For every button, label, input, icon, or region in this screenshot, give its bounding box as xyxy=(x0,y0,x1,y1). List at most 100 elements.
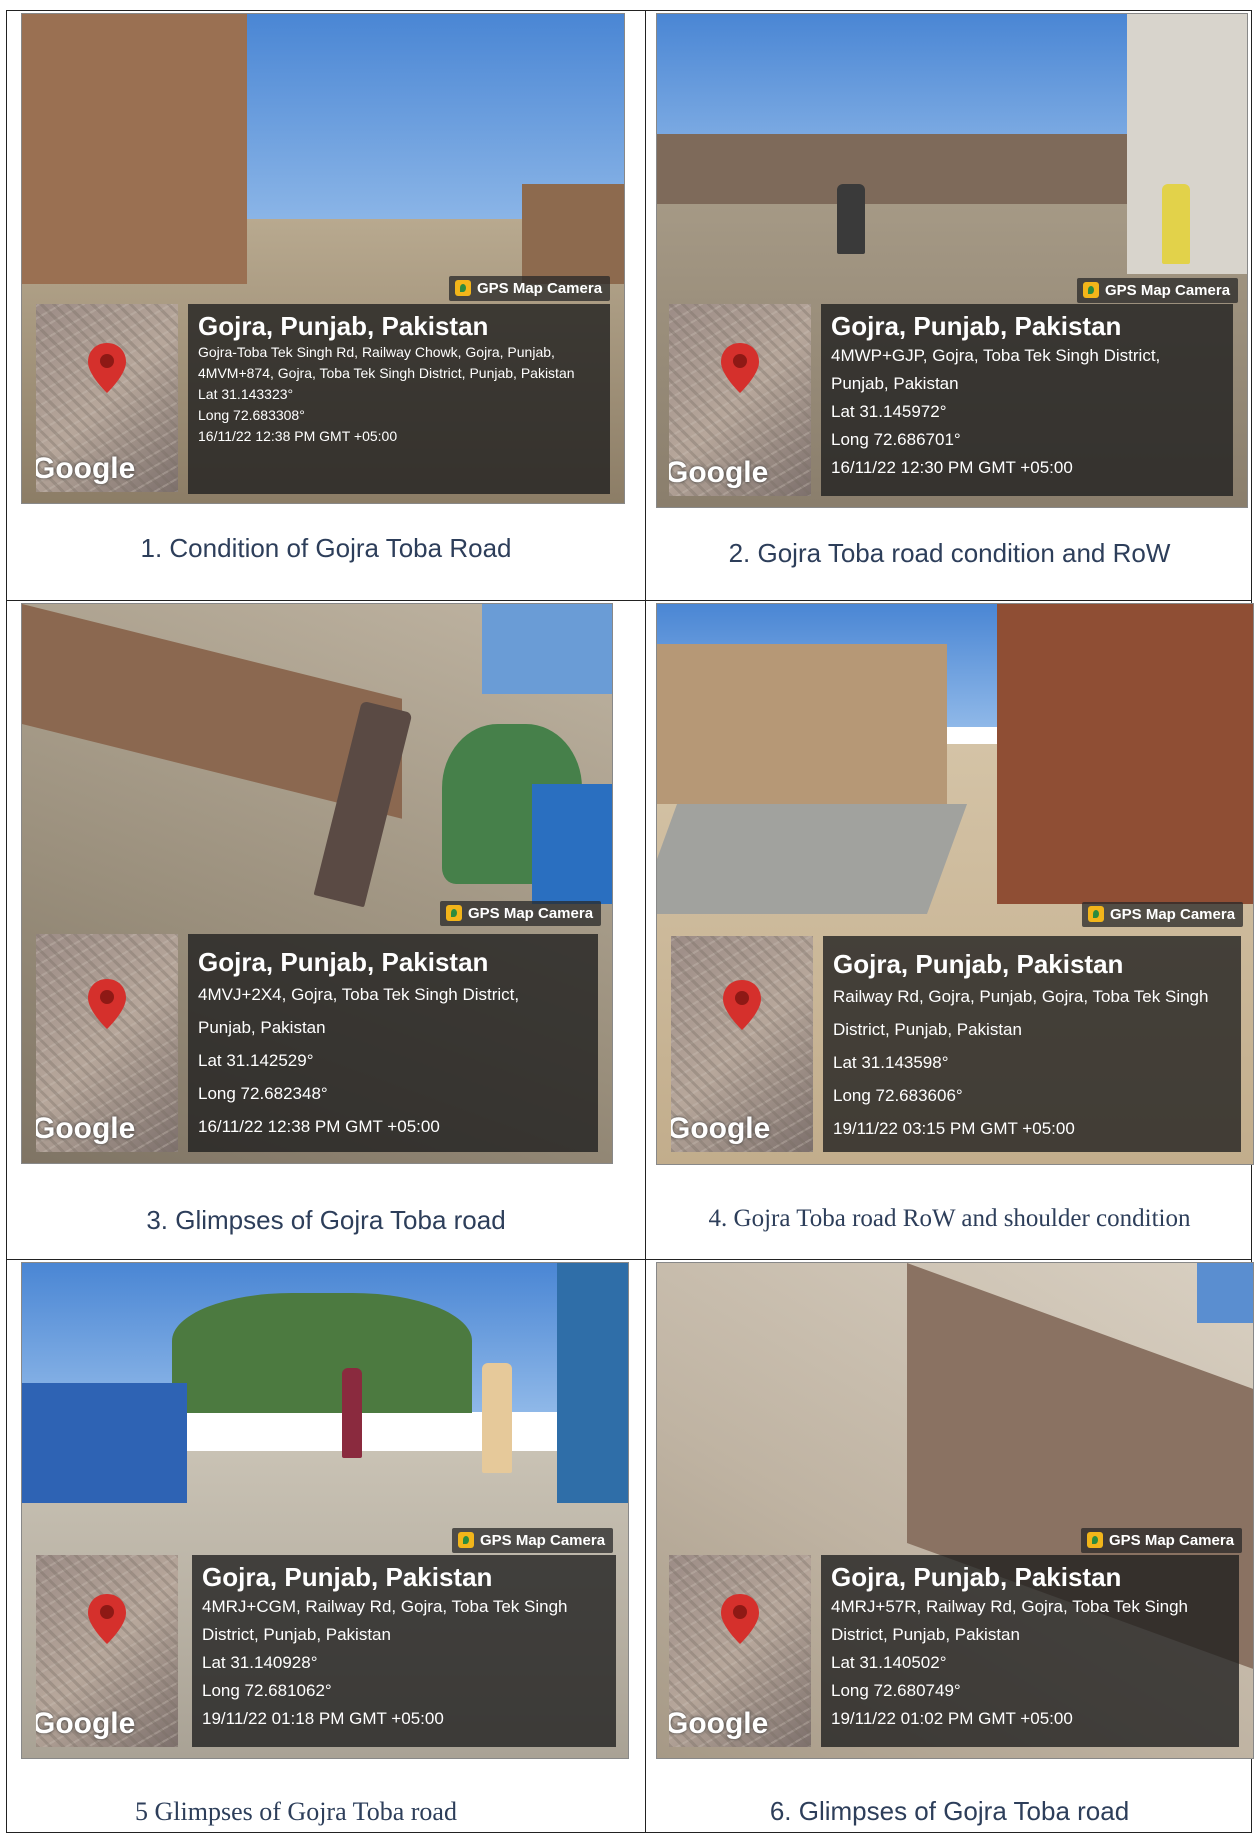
photo-caption: 1. Condition of Gojra Toba Road xyxy=(140,533,512,563)
geotag-panel: Gojra, Punjab, Pakistan Railway Rd, Gojr… xyxy=(823,936,1241,1152)
address-line: Punjab, Pakistan xyxy=(198,1018,326,1037)
google-logo: Google xyxy=(669,1707,769,1740)
photo-cell-4: GPS Map Camera Google Gojra, Punjab, Pak… xyxy=(646,601,1254,1259)
latitude: Lat 31.143323° xyxy=(198,386,294,402)
geotag-panel: Gojra, Punjab, Pakistan 4MVJ+2X4, Gojra,… xyxy=(188,934,598,1152)
location-pin-icon xyxy=(723,980,761,1031)
longitude: Long 72.683308° xyxy=(198,407,305,423)
gps-camera-badge: GPS Map Camera xyxy=(1082,902,1244,927)
timestamp: 19/11/22 01:18 PM GMT +05:00 xyxy=(202,1709,444,1728)
longitude: Long 72.686701° xyxy=(831,430,961,449)
location-pin-icon xyxy=(88,1594,126,1645)
longitude: Long 72.681062° xyxy=(202,1681,332,1700)
site-photo-3[interactable]: GPS Map Camera Google Gojra, Punjab, Pak… xyxy=(21,603,613,1164)
truck xyxy=(557,1263,628,1503)
latitude: Lat 31.140502° xyxy=(831,1653,947,1672)
address-line: Punjab, Pakistan xyxy=(831,374,959,393)
google-logo: Google xyxy=(36,1112,136,1145)
place-name: Gojra, Punjab, Pakistan xyxy=(831,1562,1122,1592)
geotag-panel: Gojra, Punjab, Pakistan 4MRJ+CGM, Railwa… xyxy=(192,1555,616,1747)
sky xyxy=(482,604,612,694)
longitude: Long 72.680749° xyxy=(831,1681,961,1700)
location-pin-icon xyxy=(88,342,126,393)
site-photo-1[interactable]: GPS Map Camera Google Gojra, Punjab, Pak… xyxy=(21,13,625,504)
gps-camera-icon xyxy=(455,280,471,296)
timestamp: 19/11/22 03:15 PM GMT +05:00 xyxy=(833,1119,1075,1138)
address-line: 4MVJ+2X4, Gojra, Toba Tek Singh District… xyxy=(198,985,520,1004)
gps-camera-label: GPS Map Camera xyxy=(480,1532,606,1549)
gps-camera-badge: GPS Map Camera xyxy=(440,901,602,926)
latitude: Lat 31.140928° xyxy=(202,1653,318,1672)
building xyxy=(522,184,624,284)
address-line: Railway Rd, Gojra, Punjab, Gojra, Toba T… xyxy=(833,987,1209,1006)
person xyxy=(342,1368,362,1458)
trees xyxy=(172,1293,472,1413)
photo-cell-2: GPS Map Camera Google Gojra, Punjab, Pak… xyxy=(646,11,1253,600)
photo-caption: 2. Gojra Toba road condition and RoW xyxy=(728,538,1171,568)
address-line: 4MVM+874, Gojra, Toba Tek Singh District… xyxy=(198,365,575,381)
gps-camera-icon xyxy=(1088,906,1104,922)
photo-cell-5: GPS Map Camera Google Gojra, Punjab, Pak… xyxy=(7,1260,645,1834)
google-logo: Google xyxy=(36,452,136,485)
gps-camera-icon xyxy=(446,905,462,921)
address-line: District, Punjab, Pakistan xyxy=(833,1020,1022,1039)
address-line: 4MRJ+CGM, Railway Rd, Gojra, Toba Tek Si… xyxy=(202,1597,568,1616)
address-line: District, Punjab, Pakistan xyxy=(202,1625,391,1644)
person xyxy=(1162,184,1190,264)
building xyxy=(22,14,247,284)
person xyxy=(482,1363,512,1473)
location-pin-icon xyxy=(721,1594,759,1645)
gps-camera-badge: GPS Map Camera xyxy=(449,276,611,301)
timestamp: 16/11/22 12:38 PM GMT +05:00 xyxy=(198,1117,440,1136)
gps-camera-label: GPS Map Camera xyxy=(1109,1532,1235,1549)
photo-caption-text: 5 Glimpses of Gojra Toba road xyxy=(135,1797,457,1826)
place-name: Gojra, Punjab, Pakistan xyxy=(831,311,1122,341)
longitude: Long 72.683606° xyxy=(833,1086,963,1105)
site-photo-2[interactable]: GPS Map Camera Google Gojra, Punjab, Pak… xyxy=(656,13,1248,508)
person xyxy=(837,184,865,254)
map-thumbnail: Google xyxy=(36,1555,178,1747)
location-pin-icon xyxy=(88,978,126,1029)
location-pin-icon xyxy=(721,343,759,394)
place-name: Gojra, Punjab, Pakistan xyxy=(198,947,489,977)
photo-caption: 6. Glimpses of Gojra Toba road xyxy=(769,1796,1130,1826)
gps-camera-badge: GPS Map Camera xyxy=(452,1528,614,1553)
site-photo-5[interactable]: GPS Map Camera Google Gojra, Punjab, Pak… xyxy=(21,1262,629,1759)
geotag-panel: Gojra, Punjab, Pakistan 4MRJ+57R, Railwa… xyxy=(821,1555,1239,1747)
map-thumbnail: Google xyxy=(669,1555,811,1747)
gps-camera-badge: GPS Map Camera xyxy=(1077,278,1239,303)
google-logo: Google xyxy=(671,1112,771,1145)
address-line: 4MWP+GJP, Gojra, Toba Tek Singh District… xyxy=(831,346,1161,365)
site-photo-6[interactable]: GPS Map Camera Google Gojra, Punjab, Pak… xyxy=(656,1262,1254,1759)
site-photo-4[interactable]: GPS Map Camera Google Gojra, Punjab, Pak… xyxy=(656,603,1254,1165)
gps-camera-icon xyxy=(458,1532,474,1548)
address-line: District, Punjab, Pakistan xyxy=(831,1625,1020,1644)
map-thumbnail: Google xyxy=(36,934,178,1152)
address-line: Gojra-Toba Tek Singh Rd, Railway Chowk, … xyxy=(198,344,555,360)
gps-camera-badge: GPS Map Camera xyxy=(1081,1528,1243,1553)
photo-cell-1: GPS Map Camera Google Gojra, Punjab, Pak… xyxy=(7,11,645,600)
gps-camera-label: GPS Map Camera xyxy=(1110,906,1236,923)
photo-caption: 4. Gojra Toba road RoW and shoulder cond… xyxy=(708,1205,1191,1232)
latitude: Lat 31.145972° xyxy=(831,402,947,421)
timestamp: 16/11/22 12:30 PM GMT +05:00 xyxy=(831,458,1073,477)
google-logo: Google xyxy=(669,456,769,489)
address-line: 4MRJ+57R, Railway Rd, Gojra, Toba Tek Si… xyxy=(831,1597,1189,1616)
gps-camera-label: GPS Map Camera xyxy=(1105,282,1231,299)
photo-table: GPS Map Camera Google Gojra, Punjab, Pak… xyxy=(6,10,1254,1834)
place-name: Gojra, Punjab, Pakistan xyxy=(202,1562,493,1592)
google-logo: Google xyxy=(36,1707,136,1740)
truck xyxy=(22,1383,187,1503)
gps-camera-label: GPS Map Camera xyxy=(477,280,603,297)
gps-camera-icon xyxy=(1083,282,1099,298)
gps-camera-label: GPS Map Camera xyxy=(468,905,594,922)
shops xyxy=(657,644,947,804)
timestamp: 19/11/22 01:02 PM GMT +05:00 xyxy=(831,1709,1073,1728)
rickshaw xyxy=(532,784,612,904)
photo-cell-6: GPS Map Camera Google Gojra, Punjab, Pak… xyxy=(646,1260,1254,1834)
timestamp: 16/11/22 12:38 PM GMT +05:00 xyxy=(198,428,398,444)
geotag-panel: Gojra, Punjab, Pakistan 4MWP+GJP, Gojra,… xyxy=(821,304,1233,496)
sky xyxy=(1197,1263,1253,1323)
latitude: Lat 31.143598° xyxy=(833,1053,949,1072)
market-stalls xyxy=(657,134,1127,204)
